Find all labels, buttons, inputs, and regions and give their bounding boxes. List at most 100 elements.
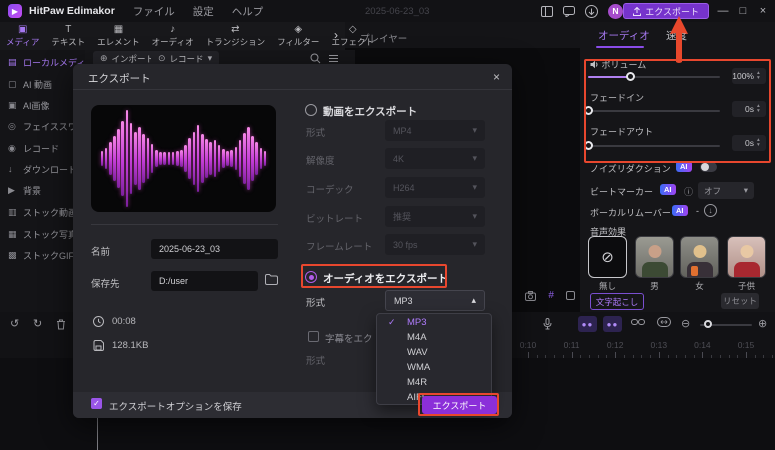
unlink-icon[interactable]: [631, 317, 645, 327]
tab-media[interactable]: ▣ メディア: [0, 22, 45, 50]
voice-fx-child-label: 子供: [737, 281, 755, 291]
destination-input[interactable]: D:/user: [151, 271, 258, 291]
fit-timeline-icon[interactable]: [657, 317, 671, 327]
subtitle-export-checkbox[interactable]: [308, 331, 319, 342]
transitions-icon: ⇄: [231, 23, 240, 35]
framerate-select: 30 fps ▾: [385, 234, 485, 255]
tab-text[interactable]: T テキスト: [45, 22, 91, 50]
folder-icon[interactable]: [265, 274, 278, 285]
tab-audio[interactable]: ♪ オーディオ: [146, 22, 200, 50]
minimize-button[interactable]: —: [715, 0, 731, 22]
dialog-close-icon[interactable]: ×: [493, 70, 500, 84]
close-button[interactable]: ×: [755, 0, 771, 22]
redo-icon[interactable]: ↻: [33, 317, 42, 330]
video-export-radio[interactable]: [305, 104, 317, 116]
voice-fx-child[interactable]: [727, 236, 766, 278]
tabs-overflow-chevron-icon[interactable]: ›: [334, 28, 338, 42]
maximize-button[interactable]: □: [735, 0, 751, 22]
video-format-label: 形式: [306, 128, 326, 139]
timeline-ruler[interactable]: 0:10 0:11 0:12 0:13 0:14 0:15: [517, 338, 775, 358]
voice-fx-none-label: 無し: [598, 281, 616, 291]
stock-gif-icon: ▩: [8, 249, 17, 260]
clock-icon: [93, 316, 104, 327]
tab-transitions[interactable]: ⇄ トランジション: [200, 22, 272, 50]
vocal-download-icon[interactable]: ↓: [704, 204, 717, 217]
tab-elements[interactable]: ▦ エレメント: [91, 22, 146, 50]
menu-file[interactable]: ファイル: [133, 4, 175, 19]
zoom-in-icon[interactable]: ⊕: [758, 317, 767, 330]
download-icon[interactable]: [585, 4, 598, 18]
reset-button[interactable]: リセット: [721, 293, 759, 309]
audio-format-label: 形式: [306, 298, 326, 309]
trash-icon[interactable]: [56, 319, 66, 330]
magnet-snap-icon[interactable]: ●●: [603, 316, 622, 332]
microphone-icon[interactable]: [543, 318, 552, 330]
info-icon[interactable]: ⓘ: [684, 185, 693, 198]
text-icon: T: [65, 23, 72, 35]
stock-photo-icon: ▦: [8, 228, 17, 239]
face-swap-icon: ◎: [8, 120, 16, 131]
voice-fx-female-label: 女: [695, 281, 704, 291]
grid-icon[interactable]: #: [548, 290, 554, 301]
framerate-label: フレームレート: [306, 242, 373, 253]
dropdown-option-m4a[interactable]: M4A: [377, 330, 491, 345]
feedback-icon[interactable]: [563, 5, 575, 17]
user-avatar[interactable]: N: [608, 3, 623, 19]
chevron-down-icon: ▾: [472, 153, 477, 163]
zoom-out-icon[interactable]: ⊖: [681, 317, 690, 330]
audio-format-select[interactable]: MP3 ▴: [385, 290, 485, 311]
crop-icon[interactable]: [565, 291, 575, 300]
audio-icon: ♪: [170, 23, 176, 35]
duration-value: 00:08: [112, 316, 136, 327]
ai-image-icon: ▣: [8, 99, 17, 110]
chevron-down-icon: ▾: [472, 125, 477, 135]
panel-tab-audio[interactable]: オーディオ: [598, 28, 650, 43]
dropdown-option-m4r[interactable]: M4R: [377, 375, 491, 390]
transcribe-button[interactable]: 文字起こし: [590, 293, 644, 310]
dropdown-option-mp3[interactable]: ✓ MP3: [377, 315, 491, 330]
export-top-button[interactable]: エクスポート: [623, 3, 709, 19]
subtitle-format-label: 形式: [306, 356, 326, 367]
chevron-down-icon: ▾: [472, 182, 477, 192]
chevron-down-icon: ▾: [472, 211, 477, 221]
chevron-up-icon: ▴: [471, 295, 476, 305]
bitrate-select: 推奨 ▾: [385, 206, 485, 227]
save-options-label: エクスポートオプションを保存: [109, 402, 242, 413]
menu-help[interactable]: ヘルプ: [232, 4, 264, 19]
dropdown-option-wma[interactable]: WMA: [377, 360, 491, 375]
media-icon: ▣: [17, 23, 28, 35]
background-expand-icon: ▶: [8, 184, 15, 195]
app-window: ▶ HitPaw Edimakor ファイル 設定 ヘルプ 2025-06-23…: [0, 0, 775, 450]
beat-marker-select[interactable]: オフ ▾: [698, 182, 754, 199]
effects-icon: ◇: [348, 23, 357, 35]
import-icon: ⊕: [100, 53, 108, 63]
dialog-title: エクスポート: [88, 73, 151, 85]
name-input[interactable]: 2025-06-23_03: [151, 239, 278, 259]
zoom-slider-knob[interactable]: [704, 320, 712, 328]
subtitle-export-label: 字幕をエクスポート: [325, 334, 373, 345]
divider: [91, 224, 278, 225]
video-export-label: 動画をエクスポート: [323, 106, 418, 118]
dropdown-option-wav[interactable]: WAV: [377, 345, 491, 360]
resolution-select: 4K ▾: [385, 148, 485, 169]
active-tab-underline: [596, 46, 644, 48]
auto-ripple-icon[interactable]: ●●: [578, 316, 597, 332]
noise-reduction-toggle[interactable]: [700, 162, 717, 172]
app-title: HitPaw Edimakor: [29, 5, 115, 17]
search-icon[interactable]: [310, 53, 321, 64]
list-view-icon[interactable]: [328, 53, 339, 64]
app-logo-icon: ▶: [8, 4, 22, 18]
undo-icon[interactable]: ↺: [10, 317, 19, 330]
voice-fx-none[interactable]: ⊘: [588, 236, 627, 278]
snapshot-icon[interactable]: [525, 290, 537, 301]
save-options-checkbox[interactable]: ✓: [91, 398, 102, 409]
menu-settings[interactable]: 設定: [193, 4, 214, 19]
annotation-audio-radio-box: [301, 264, 447, 288]
tab-filters[interactable]: ◈ フィルター: [271, 22, 325, 50]
voice-fx-female[interactable]: [680, 236, 719, 278]
voice-fx-male[interactable]: [635, 236, 674, 278]
resolution-label: 解像度: [306, 156, 335, 167]
playhead[interactable]: [97, 418, 98, 450]
layout-panels-icon[interactable]: [541, 5, 553, 17]
main-tabbar: ▣ メディア T テキスト ▦ エレメント ♪ オーディオ ⇄ トランジション ◈ フィルタ…: [0, 22, 374, 50]
